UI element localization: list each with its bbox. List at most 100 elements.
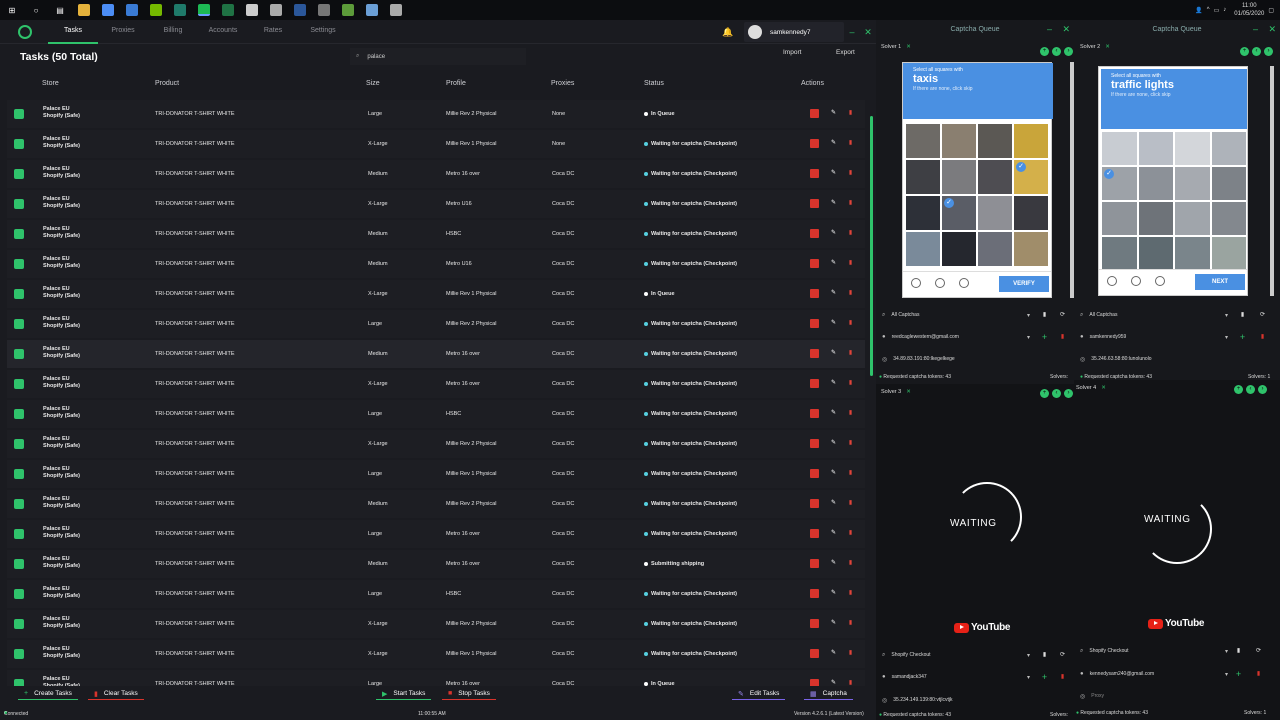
captcha-tile[interactable]	[977, 231, 1013, 267]
audio-icon[interactable]	[935, 278, 945, 288]
stop-task-icon[interactable]	[810, 169, 819, 178]
stop-task-icon[interactable]	[810, 409, 819, 418]
proxy-field[interactable]: ◎ 34.89.83.191:80:lkegelkege	[882, 352, 1032, 366]
captcha-tile[interactable]	[1174, 166, 1211, 201]
stop-task-icon[interactable]	[810, 469, 819, 478]
table-row[interactable]: Palace EU Shopify (Safe) TRI-DONATOR T-SHI…	[7, 130, 865, 158]
stop-task-icon[interactable]	[810, 499, 819, 508]
proxy-field[interactable]: ◎ Proxy	[1080, 689, 1230, 703]
scrollbar[interactable]	[870, 116, 873, 376]
delete-icon[interactable]: ▮	[846, 319, 855, 328]
stop-task-icon[interactable]	[810, 319, 819, 328]
edit-icon[interactable]: ✎	[829, 409, 838, 418]
stop-task-icon[interactable]	[810, 619, 819, 628]
captcha-tile[interactable]	[1013, 123, 1049, 159]
captcha-filter-select[interactable]: ⌕ Shopify Checkout ▾	[1080, 644, 1230, 658]
search-icon[interactable]: ○	[30, 4, 42, 16]
minimize-icon[interactable]: –	[1047, 24, 1052, 34]
add-account-icon[interactable]: +	[1234, 670, 1243, 679]
account-select[interactable]: ● reedcaglewestern@gmail.com ▾	[882, 330, 1032, 344]
solver-tab-2[interactable]: Solver 2 ✕	[1080, 44, 1110, 50]
delete-icon[interactable]: ▮	[846, 109, 855, 118]
notification-icon[interactable]: ▢	[1268, 7, 1274, 14]
next-button[interactable]: NEXT	[1195, 274, 1245, 290]
reload-icon[interactable]	[911, 278, 921, 288]
captcha-filter-select[interactable]: ⌕ All Captchas ▾	[1080, 308, 1230, 322]
captcha-tile[interactable]: ✓	[941, 195, 977, 231]
mic-icon[interactable]: ▮	[1234, 647, 1243, 656]
edit-tasks-button[interactable]: ✎ Edit Tasks	[732, 688, 786, 700]
table-row[interactable]: Palace EU Shopify (Safe) TRI-DONATOR T-SHI…	[7, 430, 865, 458]
stop-task-icon[interactable]	[810, 589, 819, 598]
minecraft-icon[interactable]	[342, 4, 354, 16]
account-select[interactable]: ● kennedysam240@gmail.com ▾	[1080, 667, 1230, 681]
edit-icon[interactable]: ✎	[829, 559, 838, 568]
captcha-tile[interactable]	[1210, 131, 1247, 166]
captcha-tile[interactable]	[905, 195, 941, 231]
captcha-tile[interactable]	[941, 159, 977, 195]
delete-icon[interactable]: ▮	[846, 469, 855, 478]
delete-icon[interactable]: ▮	[846, 259, 855, 268]
captcha-tile[interactable]	[1210, 201, 1247, 236]
proxy-field[interactable]: ◎ 35.246.63.58:80:lunolunolo	[1080, 352, 1230, 366]
solver-tab-3[interactable]: Solver 3 ✕	[881, 389, 911, 395]
mic-icon[interactable]: ▮	[1238, 311, 1247, 320]
volume-icon[interactable]: ♪	[1223, 7, 1226, 13]
delete-icon[interactable]: ▮	[846, 499, 855, 508]
captcha-button[interactable]: ▦ Captcha	[804, 688, 853, 700]
edit-icon[interactable]: ✎	[829, 439, 838, 448]
refresh-icon[interactable]: ⟳	[1254, 647, 1263, 656]
spotify-icon[interactable]	[198, 4, 210, 16]
add-account-icon[interactable]: +	[1040, 333, 1049, 342]
chevron-up-icon[interactable]: ^	[1207, 7, 1210, 13]
minimize-icon[interactable]: –	[1253, 24, 1258, 34]
forward-icon[interactable]: ›	[1064, 389, 1073, 398]
solver-tab-4[interactable]: Solver 4 ✕	[1076, 385, 1106, 391]
notepad-icon[interactable]	[366, 4, 378, 16]
table-row[interactable]: Palace EU Shopify (Safe) TRI-DONATOR T-SHI…	[7, 310, 865, 338]
captcha-tile[interactable]	[1174, 201, 1211, 236]
delete-icon[interactable]: ▮	[846, 409, 855, 418]
delete-icon[interactable]: ▮	[846, 379, 855, 388]
stop-task-icon[interactable]	[810, 289, 819, 298]
table-row[interactable]: Palace EU Shopify (Safe) TRI-DONATOR T-SHI…	[7, 190, 865, 218]
captcha-tile[interactable]	[1174, 236, 1211, 271]
captcha-tile[interactable]	[1101, 131, 1138, 166]
table-row[interactable]: Palace EU Shopify (Safe) TRI-DONATOR T-SHI…	[7, 610, 865, 638]
delete-icon[interactable]: ▮	[846, 679, 855, 686]
stop-task-icon[interactable]	[810, 259, 819, 268]
file-explorer-icon[interactable]	[78, 4, 90, 16]
table-row[interactable]: Palace EU Shopify (Safe) TRI-DONATOR T-SHI…	[7, 670, 865, 686]
table-row[interactable]: Palace EU Shopify (Safe) TRI-DONATOR T-SHI…	[7, 490, 865, 518]
table-row[interactable]: Palace EU Shopify (Safe) TRI-DONATOR T-SHI…	[7, 340, 865, 368]
edit-icon[interactable]: ✎	[829, 499, 838, 508]
bell-icon[interactable]: 🔔	[716, 27, 740, 38]
col-product[interactable]: Product	[155, 80, 179, 87]
captcha-tile[interactable]	[1101, 236, 1138, 271]
tab-tasks[interactable]: Tasks	[48, 20, 98, 44]
edit-icon[interactable]: ✎	[829, 379, 838, 388]
captcha-tile[interactable]	[1210, 166, 1247, 201]
edit-icon[interactable]: ✎	[829, 229, 838, 238]
forward-icon[interactable]: ›	[1264, 47, 1273, 56]
stop-task-icon[interactable]	[810, 679, 819, 686]
info-icon[interactable]	[959, 278, 969, 288]
table-row[interactable]: Palace EU Shopify (Safe) TRI-DONATOR T-SHI…	[7, 520, 865, 548]
back-icon[interactable]: ‹	[1052, 389, 1061, 398]
table-row[interactable]: Palace EU Shopify (Safe) TRI-DONATOR T-SHI…	[7, 220, 865, 248]
forward-icon[interactable]: ›	[1064, 47, 1073, 56]
captcha-tile[interactable]	[941, 231, 977, 267]
back-icon[interactable]: ‹	[1246, 385, 1255, 394]
close-tab-icon[interactable]: ✕	[906, 44, 911, 50]
proxy-field[interactable]: ◎ 35.234.149.139:80:vtjlcvtjk	[882, 693, 1032, 707]
delete-icon[interactable]: ▮	[846, 289, 855, 298]
tab-proxies[interactable]: Proxies	[98, 20, 148, 44]
excel-icon[interactable]	[222, 4, 234, 16]
windows-icon[interactable]: ⊞	[6, 4, 18, 16]
captcha-tile[interactable]	[977, 123, 1013, 159]
captcha-tile[interactable]	[1137, 166, 1174, 201]
edit-icon[interactable]: ✎	[829, 679, 838, 686]
edit-icon[interactable]: ✎	[829, 469, 838, 478]
edit-icon[interactable]: ✎	[829, 319, 838, 328]
close-tab-icon[interactable]: ✕	[1101, 385, 1106, 391]
